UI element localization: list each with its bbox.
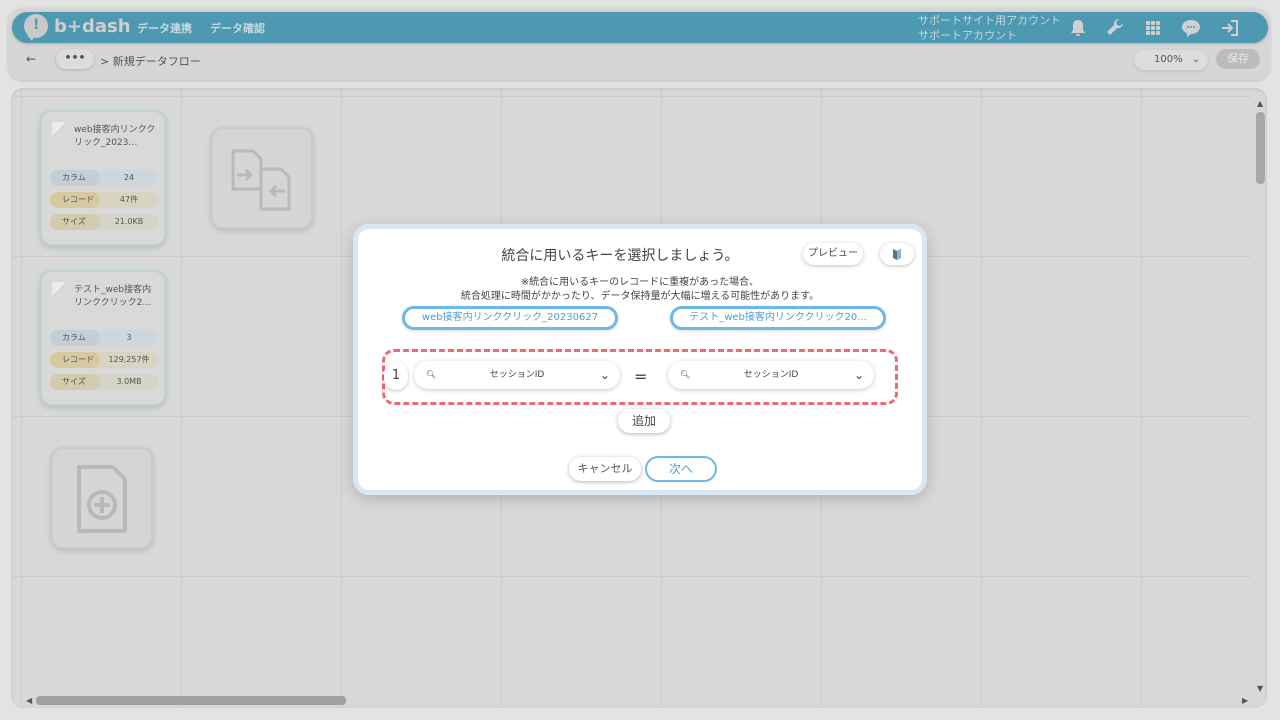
chevron-down-icon: ⌄ (853, 368, 864, 382)
scroll-right-arrow[interactable]: ▶ (1242, 696, 1248, 705)
grid-icon[interactable] (1142, 17, 1164, 39)
left-key-value: セッションID (489, 370, 545, 380)
nav-data-link[interactable]: データ連携 (137, 20, 192, 36)
right-key-value: セッションID (743, 370, 799, 380)
card-row-columns: カラム 24 (50, 170, 158, 186)
back-button[interactable]: ← (26, 52, 36, 66)
save-button[interactable]: 保存 (1216, 49, 1260, 69)
logo-mark-icon: ! (24, 14, 48, 41)
merge-files-icon (231, 149, 291, 211)
card-row-records: レコード 47件 (50, 192, 158, 208)
card-title: テスト_web接客内リンククリック2… (74, 285, 152, 308)
vertical-scrollbar[interactable] (1256, 112, 1265, 184)
merge-node[interactable] (211, 127, 313, 229)
add-file-icon (77, 465, 127, 533)
scroll-left-arrow[interactable]: ◀ (26, 696, 32, 705)
logo-text: b+dash (54, 15, 131, 37)
card-row-size: サイズ 3.0MB (50, 374, 158, 390)
search-icon: 🔍︎ (680, 370, 691, 379)
bell-icon[interactable] (1067, 17, 1089, 39)
right-table-button[interactable]: テスト_web接客内リンククリック20... (670, 306, 886, 330)
left-key-select[interactable]: 🔍︎ セッションID ⌄ (414, 361, 620, 389)
card-row-size: サイズ 21.0KB (50, 214, 158, 230)
key-index: 1 (384, 362, 408, 390)
scroll-up-arrow[interactable]: ▲ (1257, 99, 1263, 108)
add-key-button[interactable]: 追加 (618, 409, 670, 433)
zoom-select[interactable]: 100% ⌄ (1134, 50, 1208, 70)
note-line2: 統合処理に時間がかかったり、データ保持量が大幅に増える可能性があります。 (460, 291, 820, 302)
add-node-button[interactable] (51, 447, 153, 549)
account-line1: サポートサイト用アカウント (918, 14, 1061, 27)
app-logo[interactable]: ! b+dash (24, 14, 131, 41)
chevron-down-icon: ⌄ (599, 368, 610, 382)
file-icon (52, 282, 66, 296)
card-row-columns: カラム 3 (50, 330, 158, 346)
breadcrumb-more-button[interactable]: ••• (56, 49, 94, 69)
account-info[interactable]: サポートサイト用アカウント サポートアカウント (918, 13, 1061, 43)
horizontal-scrollbar[interactable] (36, 696, 346, 705)
scroll-down-arrow[interactable]: ▼ (1257, 684, 1263, 693)
chevron-down-icon: ⌄ (1191, 54, 1200, 65)
chat-icon[interactable] (1180, 17, 1202, 39)
note-line1: ※統合に用いるキーのレコードに重複があった場合、 (520, 277, 760, 288)
beginner-mark-icon (893, 249, 901, 260)
logout-icon[interactable] (1219, 17, 1241, 39)
search-icon: 🔍︎ (426, 370, 437, 379)
card-row-records: レコード 129,257件 (50, 352, 158, 368)
wrench-icon[interactable] (1104, 17, 1126, 39)
left-table-button[interactable]: web接客内リンククリック_20230627 (402, 306, 618, 330)
equals-sign: = (634, 367, 648, 386)
next-button[interactable]: 次へ (645, 456, 717, 482)
data-card[interactable]: テスト_web接客内リンククリック2… カラム 3 レコード 129,257件 サイ… (40, 270, 166, 406)
merge-key-dialog: 統合に用いるキーを選択しましょう。 プレビュー ※統合に用いるキーのレコードに重… (353, 224, 927, 495)
right-key-select[interactable]: 🔍︎ セッションID ⌄ (668, 361, 874, 389)
zoom-value: 100% (1154, 54, 1183, 65)
data-card[interactable]: web接客内リンククリック_2023… カラム 24 レコード 47件 サイズ 21.… (40, 110, 166, 246)
account-line2: サポートアカウント (918, 29, 1017, 42)
dialog-note: ※統合に用いるキーのレコードに重複があった場合、 統合処理に時間がかかったり、デ… (358, 276, 922, 304)
breadcrumb: > 新規データフロー (100, 55, 201, 68)
cancel-button[interactable]: キャンセル (569, 457, 641, 481)
card-title: web接客内リンククリック_2023… (74, 125, 156, 148)
nav-data-check[interactable]: データ確認 (210, 20, 265, 36)
preview-button[interactable]: プレビュー (803, 243, 863, 265)
file-icon (52, 122, 66, 136)
help-button[interactable] (880, 243, 914, 265)
